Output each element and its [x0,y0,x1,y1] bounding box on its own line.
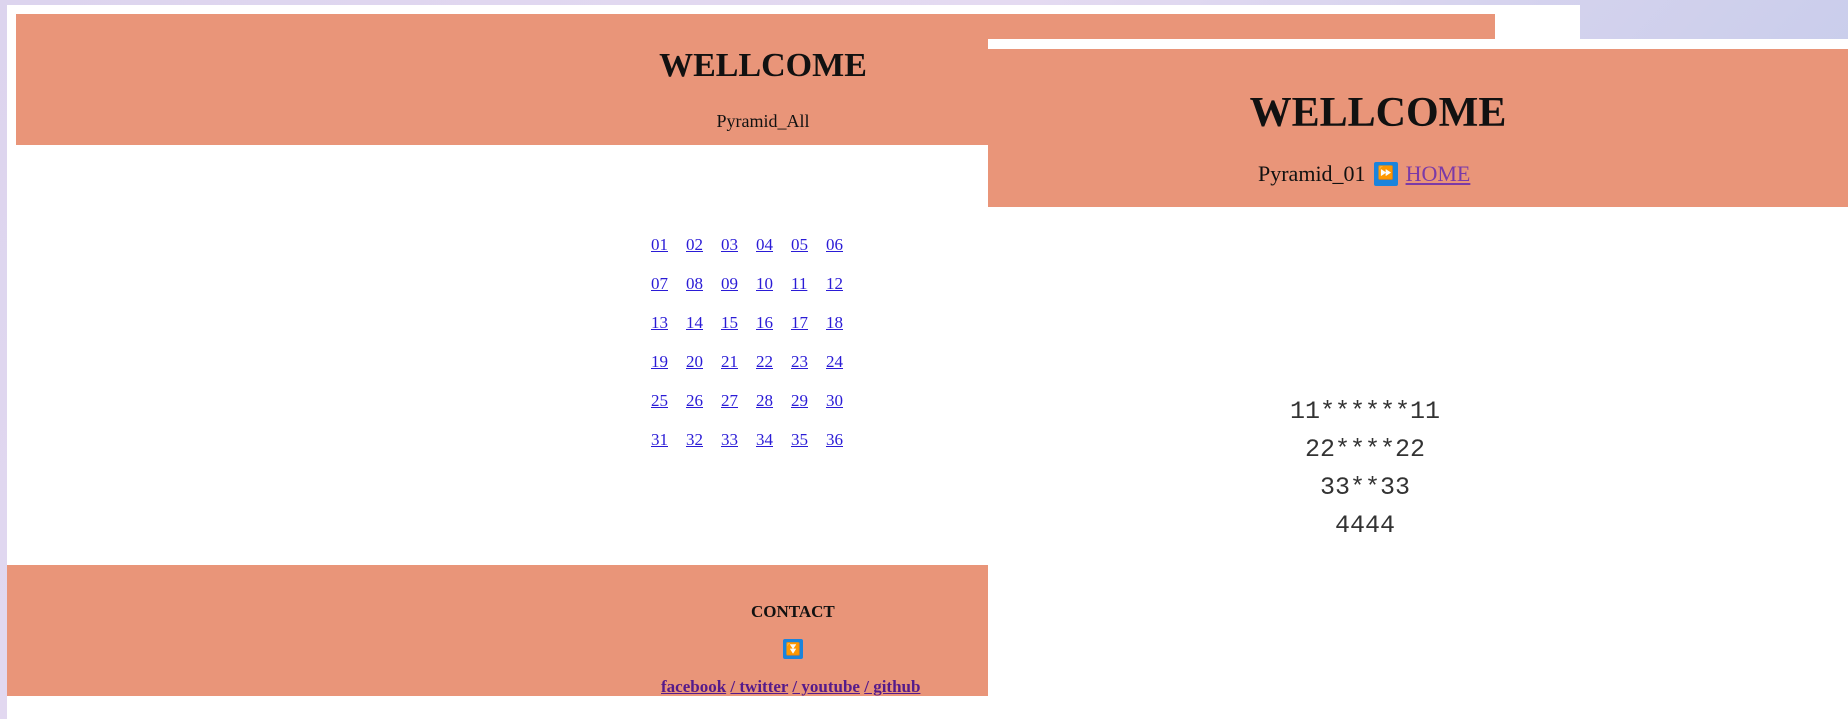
pyramid-link[interactable]: 19 [651,350,686,374]
pyramid-link[interactable]: 34 [756,428,791,452]
pyramid-link[interactable]: 02 [686,233,721,257]
pyramid-line: 11******11 [1290,397,1441,426]
page-subtitle: Pyramid_01 [1258,161,1366,186]
pyramid-link[interactable]: 12 [826,272,861,296]
facebook-link[interactable]: facebook [661,677,726,696]
pyramid-link[interactable]: 25 [651,389,686,413]
contact-heading: CONTACT [751,602,835,621]
pyramid-link[interactable]: 01 [651,233,686,257]
right-header: WELLCOME Pyramid_01 ⏩ HOME [988,49,1848,207]
pyramid-link[interactable]: 23 [791,350,826,374]
pyramid-link[interactable]: 21 [721,350,756,374]
fast-down-icon[interactable]: ⏬ [783,639,803,659]
pyramid-link[interactable]: 22 [756,350,791,374]
fast-forward-icon[interactable]: ⏩ [1373,162,1398,186]
pyramid-link[interactable]: 05 [791,233,826,257]
pyramid-link[interactable]: 20 [686,350,721,374]
pyramid-links-grid: 01 02 03 04 05 06 07 08 09 10 11 12 13 14 15 16 17 18 19 20… [651,233,881,452]
pyramid-line: 22****22 [1290,435,1426,464]
pyramid-link[interactable]: 29 [791,389,826,413]
pyramid-link[interactable]: 35 [791,428,826,452]
pyramid-link[interactable]: 33 [721,428,756,452]
pyramid-link[interactable]: 09 [721,272,756,296]
pyramid-link[interactable]: 28 [756,389,791,413]
pyramid-output: 11******11 22****22 33**33 4444 [1290,393,1440,545]
right-browser-window: WELLCOME Pyramid_01 ⏩ HOME 11******11 22… [988,39,1848,719]
pyramid-link[interactable]: 04 [756,233,791,257]
pyramid-link[interactable]: 13 [651,311,686,335]
pyramid-line: 4444 [1290,511,1396,540]
twitter-link[interactable]: / twitter [730,677,788,696]
pyramid-link[interactable]: 36 [826,428,861,452]
pyramid-link[interactable]: 15 [721,311,756,335]
pyramid-link[interactable]: 07 [651,272,686,296]
social-links: facebook / twitter / youtube / github [661,677,920,697]
pyramid-link[interactable]: 16 [756,311,791,335]
youtube-link[interactable]: / youtube [792,677,860,696]
pyramid-line: 33**33 [1290,473,1411,502]
home-link[interactable]: HOME [1406,161,1471,187]
pyramid-link[interactable]: 10 [756,272,791,296]
pyramid-link[interactable]: 18 [826,311,861,335]
pyramid-link[interactable]: 08 [686,272,721,296]
pyramid-link[interactable]: 30 [826,389,861,413]
github-link[interactable]: / github [864,677,920,696]
pyramid-link[interactable]: 03 [721,233,756,257]
page-title: WELLCOME [1249,90,1507,136]
pyramid-link[interactable]: 11 [791,272,826,296]
pyramid-link[interactable]: 17 [791,311,826,335]
pyramid-link[interactable]: 31 [651,428,686,452]
pyramid-link[interactable]: 06 [826,233,861,257]
pyramid-link[interactable]: 24 [826,350,861,374]
pyramid-link[interactable]: 27 [721,389,756,413]
pyramid-link[interactable]: 26 [686,389,721,413]
pyramid-link[interactable]: 32 [686,428,721,452]
subtitle-row: Pyramid_01 ⏩ HOME [1258,161,1470,187]
pyramid-link[interactable]: 14 [686,311,721,335]
